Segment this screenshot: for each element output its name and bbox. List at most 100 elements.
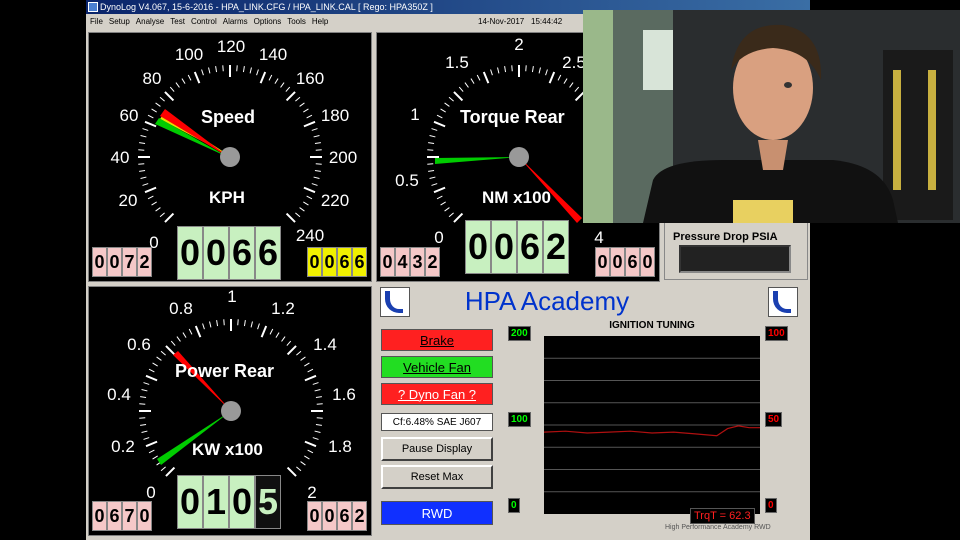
speed-tick-mark	[303, 186, 316, 194]
odo-digit: 6	[337, 501, 352, 531]
power-tick-mark	[304, 440, 317, 448]
menu-analyse[interactable]: Analyse	[136, 17, 164, 26]
torque-tick-mark	[458, 86, 464, 92]
odo-digit: 5	[255, 475, 281, 529]
speed-tick-mark	[311, 183, 318, 186]
torque-tick-0-5: 0.5	[395, 171, 419, 190]
speed-tick-mark	[295, 212, 301, 218]
menu-tools[interactable]: Tools	[287, 17, 306, 26]
menu-setup[interactable]: Setup	[109, 17, 130, 26]
reset-max-button[interactable]: Reset Max	[381, 465, 493, 489]
torque-tick-mark	[569, 82, 574, 88]
power-odo-main: 0105	[177, 475, 281, 529]
chart-title: IGNITION TUNING	[609, 320, 695, 331]
odo-digit: 4	[395, 247, 410, 277]
speed-tick-mark	[151, 108, 157, 113]
speed-tick-mark	[285, 91, 296, 102]
odo-digit: 2	[543, 220, 569, 274]
odo-digit: 0	[203, 226, 229, 280]
speed-tick-mark	[144, 186, 157, 194]
power-tick-0: 0	[146, 483, 156, 502]
odo-digit: 0	[465, 220, 491, 274]
speed-tick-mark	[313, 176, 320, 179]
power-tick-mark	[300, 461, 306, 466]
vehicle-fan-button[interactable]: Vehicle Fan	[381, 356, 493, 378]
rwd-button[interactable]: RWD	[381, 501, 493, 525]
power-tick-mark	[143, 437, 150, 440]
torque-tick-mark	[548, 71, 556, 84]
right-axis-mid: 50	[765, 412, 783, 427]
dyno-fan-button[interactable]: ? Dyno Fan ?	[381, 383, 493, 405]
torque-tick-mark	[433, 186, 446, 194]
speed-tick-mark	[142, 128, 149, 131]
torque-tick-mark	[436, 114, 443, 119]
speed-tick-mark	[201, 69, 204, 76]
torque-tick-mark	[448, 96, 454, 102]
odo-digit: 0	[595, 247, 610, 277]
odo-digit: 0	[177, 226, 203, 280]
speed-odo-left: 0072	[92, 247, 152, 277]
torque-tick-mark	[574, 86, 580, 92]
torque-tick-mark	[440, 108, 446, 113]
presenter-video-frame	[583, 10, 960, 223]
menu-alarms[interactable]: Alarms	[223, 17, 248, 26]
pressure-drop-label: Pressure Drop PSIA	[673, 231, 778, 243]
speed-tick-mark	[159, 96, 165, 102]
power-tick-mark	[312, 382, 319, 385]
power-tick-mark	[188, 328, 193, 335]
torque-tick-mark	[482, 71, 490, 84]
odo-digit: 6	[625, 247, 640, 277]
power-tick-mark	[304, 455, 310, 460]
speed-tick-mark	[164, 91, 175, 102]
brake-button[interactable]: Brake	[381, 329, 493, 351]
odo-digit: 2	[352, 501, 367, 531]
speed-tick-mark	[155, 207, 161, 212]
power-tick-mark	[141, 430, 148, 433]
power-tick-mark	[286, 345, 297, 356]
speed-tick-mark	[139, 169, 146, 172]
power-tick-mark	[182, 332, 187, 338]
speed-tick-mark	[215, 66, 218, 73]
chart-footer: High Performance Academy RWD	[665, 524, 771, 531]
menu-options[interactable]: Options	[254, 17, 282, 26]
speed-gauge-unit: KPH	[209, 188, 245, 207]
power-tick-mark	[314, 430, 321, 433]
torque-readout: TrqT = 62.3	[690, 508, 755, 524]
speed-tick-mark	[193, 71, 201, 84]
speed-tick-mark	[139, 142, 146, 145]
power-tick-mark	[315, 396, 322, 399]
torque-needle-hub	[509, 147, 529, 167]
speed-tick-mark	[151, 201, 157, 206]
odo-digit: 6	[107, 501, 122, 531]
torque-tick-mark	[557, 74, 562, 81]
menu-control[interactable]: Control	[191, 17, 217, 26]
speed-odo-main: 0066	[177, 226, 281, 280]
speed-tick-mark	[155, 102, 161, 107]
power-gauge-title: Power Rear	[175, 361, 275, 381]
speed-tick-mark	[280, 82, 285, 88]
power-tick-mark	[315, 423, 322, 426]
torque-tick-mark	[444, 102, 450, 107]
speed-tick-mark	[314, 142, 321, 145]
menu-help[interactable]: Help	[312, 17, 328, 26]
left-axis-mid: 100	[508, 412, 531, 427]
power-tick-mark	[145, 440, 158, 448]
speed-gauge-title: Speed	[201, 107, 256, 127]
menu-file[interactable]: File	[90, 17, 103, 26]
power-tick-mark	[250, 321, 253, 328]
menu-test[interactable]: Test	[170, 17, 185, 26]
ignition-chart-plot	[544, 336, 760, 514]
power-tick-mark	[257, 323, 260, 330]
odo-digit: 6	[352, 247, 367, 277]
power-tick-mark	[275, 332, 280, 338]
power-tick-0-2: 0.2	[111, 437, 135, 456]
odo-digit: 0	[137, 501, 152, 531]
speed-tick-mark	[164, 212, 175, 223]
speed-tick-200: 200	[328, 148, 358, 167]
pause-display-button[interactable]: Pause Display	[381, 437, 493, 461]
speed-tick-20: 20	[118, 191, 138, 210]
speed-odo-right: 0066	[307, 247, 367, 277]
odo-digit: 1	[203, 475, 229, 529]
right-axis-bottom: 0	[765, 498, 777, 513]
presenter-video	[583, 10, 960, 223]
